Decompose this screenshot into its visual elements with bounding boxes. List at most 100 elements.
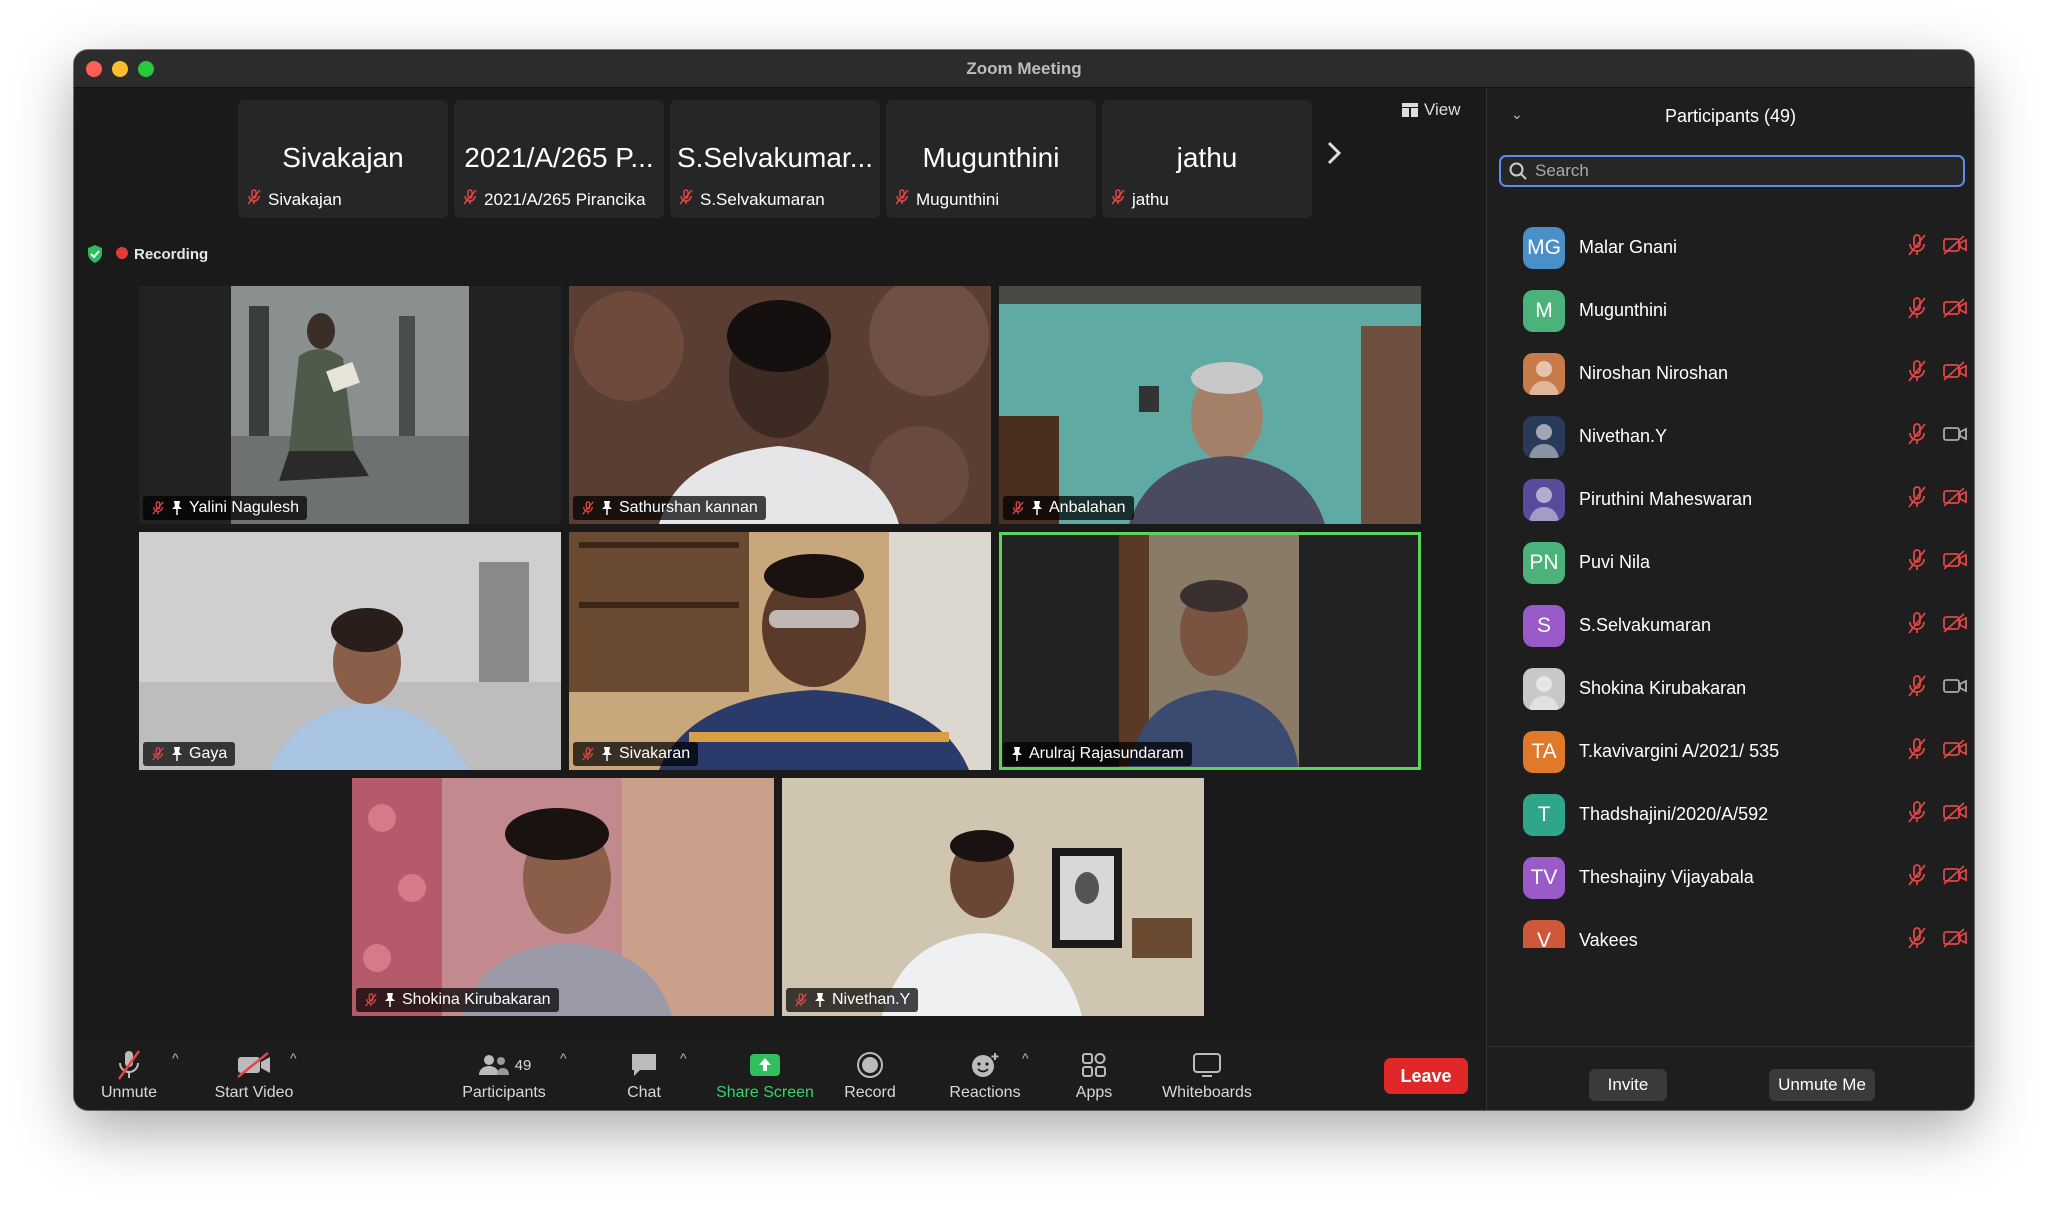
strip-tile[interactable]: Sivakajan Sivakajan <box>238 100 448 218</box>
invite-button[interactable]: Invite <box>1589 1069 1667 1101</box>
unmute-me-button[interactable]: Unmute Me <box>1769 1069 1875 1101</box>
strip-tile-label: jathu <box>1132 189 1169 209</box>
reactions-options-caret[interactable]: ^ <box>1022 1050 1029 1066</box>
record-label: Record <box>844 1084 896 1101</box>
video-off-icon <box>1943 298 1967 323</box>
share-screen-icon <box>750 1054 780 1076</box>
video-tile[interactable]: Nivethan.Y <box>782 778 1204 1016</box>
video-options-caret[interactable]: ^ <box>290 1050 297 1066</box>
reactions-label: Reactions <box>949 1084 1021 1101</box>
recording-indicator: Recording <box>86 244 208 264</box>
leave-button[interactable]: Leave <box>1384 1058 1468 1094</box>
participant-row[interactable]: PN Puvi Nila <box>1487 531 1974 594</box>
pin-icon <box>172 747 182 761</box>
chat-icon <box>632 1054 656 1076</box>
participants-title: Participants (49) <box>1664 106 1797 126</box>
participant-row[interactable]: S S.Selvakumaran <box>1487 594 1974 657</box>
video-tile[interactable]: Anbalahan <box>999 286 1421 524</box>
unmute-label: Unmute <box>100 1084 158 1101</box>
mic-muted-icon <box>1907 927 1927 948</box>
apps-icon <box>1082 1053 1106 1077</box>
mic-muted-icon <box>1907 801 1927 828</box>
grid-view-icon <box>1402 103 1418 117</box>
video-off-icon <box>1943 802 1967 827</box>
participant-row[interactable]: Niroshan Niroshan <box>1487 342 1974 405</box>
participant-row[interactable]: M Mugunthini <box>1487 279 1974 342</box>
strip-tile[interactable]: jathu jathu <box>1102 100 1312 218</box>
chat-button[interactable]: Chat <box>614 1048 674 1102</box>
video-name-label: Arulraj Rajasundaram <box>1003 742 1192 766</box>
participant-row[interactable]: Nivethan.Y <box>1487 405 1974 468</box>
participant-name: Piruthini Maheswaran <box>1579 489 1753 509</box>
video-tile[interactable]: Yalini Nagulesh <box>139 286 561 524</box>
pin-icon <box>1032 501 1042 515</box>
video-off-icon <box>1943 865 1967 890</box>
video-name-label: Shokina Kirubakaran <box>356 988 559 1012</box>
strip-tile[interactable]: Mugunthini Mugunthini <box>886 100 1096 218</box>
view-label: View <box>1424 100 1461 119</box>
participant-row[interactable]: TV Theshajiny Vijayabala <box>1487 846 1974 909</box>
chat-options-caret[interactable]: ^ <box>680 1050 687 1066</box>
mic-muted-icon <box>152 747 164 761</box>
record-button[interactable]: Record <box>840 1048 900 1102</box>
video-feed <box>569 286 991 524</box>
view-button[interactable]: View <box>1396 96 1467 124</box>
participant-name: Anbalahan <box>1049 499 1126 516</box>
search-input[interactable] <box>1535 161 1935 181</box>
participant-row[interactable]: Shokina Kirubakaran <box>1487 657 1974 720</box>
reactions-button[interactable]: Reactions <box>940 1048 1030 1102</box>
strip-tile[interactable]: 2021/A/265 P... 2021/A/265 Pirancika <box>454 100 664 218</box>
avatar <box>1523 415 1565 458</box>
mic-muted-icon <box>1907 486 1927 513</box>
participant-row[interactable]: MG Malar Gnani <box>1487 216 1974 279</box>
apps-button[interactable]: Apps <box>1064 1048 1124 1102</box>
audio-options-caret[interactable]: ^ <box>172 1050 179 1066</box>
participant-row[interactable]: Piruthini Maheswaran <box>1487 468 1974 531</box>
whiteboards-button[interactable]: Whiteboards <box>1152 1048 1262 1102</box>
participant-name: Arulraj Rajasundaram <box>1029 745 1184 762</box>
strip-tile[interactable]: S.Selvakumar... S.Selvakumaran <box>670 100 880 218</box>
mic-muted-icon <box>1907 675 1927 702</box>
mic-muted-icon <box>894 189 910 210</box>
window-title: Zoom Meeting <box>966 59 1082 78</box>
video-name-label: Sathurshan kannan <box>573 496 766 520</box>
participant-row[interactable]: T Thadshajini/2020/A/592 <box>1487 783 1974 846</box>
video-tile[interactable]: Gaya <box>139 532 561 770</box>
mic-muted-icon <box>1907 234 1927 261</box>
video-tile[interactable]: Sathurshan kannan <box>569 286 991 524</box>
video-tile[interactable]: Sivakaran <box>569 532 991 770</box>
mic-muted-icon <box>1907 549 1927 576</box>
avatar: T <box>1523 793 1565 836</box>
zoom-window: Zoom Meeting Sivakajan Sivakajan 2021/A/2… <box>74 50 1974 1110</box>
unmute-button[interactable]: Unmute <box>94 1048 164 1102</box>
participants-options-caret[interactable]: ^ <box>560 1050 567 1066</box>
strip-tile-label: Mugunthini <box>916 189 1000 209</box>
participant-row[interactable]: TA T.kavivargini A/2021/ 535 <box>1487 720 1974 783</box>
participant-name: Vakees <box>1579 930 1638 948</box>
video-name-label: Sivakaran <box>573 742 699 766</box>
strip-next-button[interactable] <box>1324 138 1344 176</box>
participant-row[interactable]: V Vakees <box>1487 909 1974 948</box>
share-screen-button[interactable]: Share Screen <box>710 1048 820 1102</box>
participant-name: Theshajiny Vijayabala <box>1579 867 1754 887</box>
shield-check-icon <box>88 245 102 263</box>
participant-name: Gaya <box>189 745 228 762</box>
strip-tile-name: 2021/A/265 P... <box>464 142 654 173</box>
strip-tile-name: Sivakajan <box>282 142 404 173</box>
start-video-button[interactable]: Start Video <box>204 1048 304 1102</box>
video-tile[interactable]: Shokina Kirubakaran <box>352 778 774 1016</box>
pin-icon <box>602 747 612 761</box>
video-tile-active-speaker[interactable]: Arulraj Rajasundaram <box>999 532 1421 770</box>
mic-muted-icon <box>1012 501 1024 515</box>
video-feed <box>782 778 1204 1016</box>
participant-search <box>1499 155 1965 187</box>
video-name-label: Anbalahan <box>1003 496 1134 520</box>
mic-muted-icon <box>582 501 594 515</box>
pin-icon <box>1012 747 1022 761</box>
participants-count: 49 <box>514 1056 532 1074</box>
participant-strip: Sivakajan Sivakajan 2021/A/265 P... 2021/A… <box>238 100 1312 218</box>
mic-muted-icon <box>582 747 594 761</box>
participants-button[interactable]: 49 Participants <box>454 1048 554 1102</box>
apps-label: Apps <box>1075 1084 1113 1101</box>
mic-muted-icon <box>152 501 164 515</box>
